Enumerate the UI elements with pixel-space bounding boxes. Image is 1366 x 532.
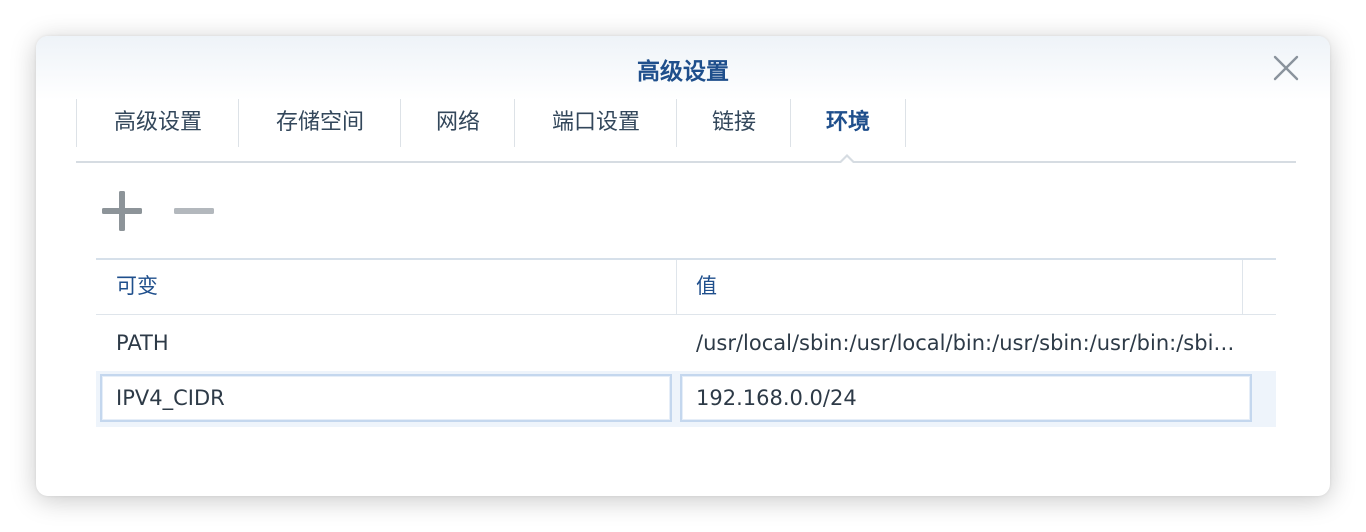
- tab-links[interactable]: 链接: [676, 99, 791, 147]
- remove-button[interactable]: [172, 189, 216, 233]
- advanced-settings-dialog: 高级设置 高级设置 存储空间 网络 端口设置 链接 环境 可变 值 PATH /…: [36, 36, 1330, 496]
- column-divider[interactable]: [1242, 260, 1243, 314]
- tab-port-settings[interactable]: 端口设置: [514, 99, 677, 147]
- plus-icon: [102, 191, 142, 231]
- add-button[interactable]: [100, 189, 144, 233]
- close-icon: [1273, 55, 1299, 81]
- dialog-titlebar: 高级设置: [36, 36, 1330, 100]
- tab-environment[interactable]: 环境: [790, 99, 906, 147]
- column-divider[interactable]: [676, 260, 677, 314]
- minus-icon: [174, 208, 214, 214]
- tab-bar: 高级设置 存储空间 网络 端口设置 链接 环境: [76, 99, 1296, 164]
- variable-cell[interactable]: PATH: [116, 315, 666, 371]
- table-row-editing[interactable]: [96, 371, 1276, 427]
- dialog-title: 高级设置: [637, 59, 729, 85]
- value-cell[interactable]: /usr/local/sbin:/usr/local/bin:/usr/sbin…: [696, 315, 1244, 371]
- tab-network[interactable]: 网络: [400, 99, 515, 147]
- tab-storage[interactable]: 存储空间: [238, 99, 401, 147]
- value-input[interactable]: [680, 374, 1252, 422]
- active-tab-indicator: [838, 154, 856, 164]
- variable-input[interactable]: [100, 374, 672, 422]
- column-header-value[interactable]: 值: [696, 260, 717, 314]
- tab-advanced-settings[interactable]: 高级设置: [76, 99, 239, 147]
- close-button[interactable]: [1272, 54, 1300, 82]
- table-row[interactable]: PATH /usr/local/sbin:/usr/local/bin:/usr…: [96, 315, 1276, 371]
- column-header-variable[interactable]: 可变: [116, 260, 158, 314]
- grid-header: 可变 值: [96, 258, 1276, 315]
- environment-variables-grid: 可变 值 PATH /usr/local/sbin:/usr/local/bin…: [96, 258, 1276, 427]
